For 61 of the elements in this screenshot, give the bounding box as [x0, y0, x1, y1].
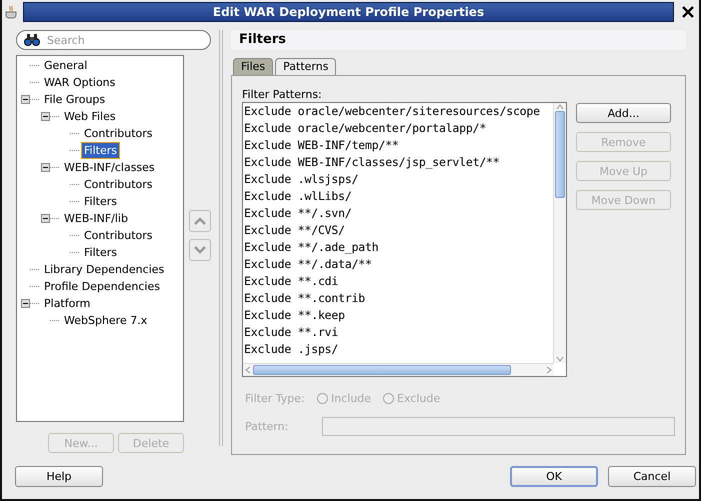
panel-title: Filters	[231, 30, 686, 50]
window-title: Edit WAR Deployment Profile Properties	[23, 2, 674, 22]
tab[interactable]: Patterns	[275, 58, 336, 75]
pattern-item[interactable]: Exclude **.rvi	[244, 324, 553, 341]
tab[interactable]: Files	[233, 58, 274, 75]
binoculars-icon	[24, 33, 40, 47]
tree-item[interactable]: WEB-INF/lib	[61, 210, 131, 227]
pattern-item[interactable]: Exclude **.contrib	[244, 290, 553, 307]
pattern-item[interactable]: Exclude **.cdi	[244, 273, 553, 290]
collapse-icon[interactable]	[41, 214, 50, 223]
tree-item[interactable]: WAR Options	[41, 74, 118, 91]
filter-patterns-label: Filter Patterns:	[242, 88, 323, 102]
tree-item[interactable]: WebSphere 7.x	[61, 312, 150, 329]
pattern-item[interactable]: Exclude WEB-INF/temp/**	[244, 137, 553, 154]
scroll-up-icon[interactable]	[555, 103, 565, 111]
tree-item[interactable]: Web Files	[61, 108, 119, 125]
tree-item[interactable]: WEB-INF/classes	[61, 159, 158, 176]
pattern-item[interactable]: Exclude **/.ade_path	[244, 239, 553, 256]
pattern-label: Pattern:	[245, 420, 290, 433]
pattern-item[interactable]: Exclude .wlsjsps/	[244, 171, 553, 188]
tree-item[interactable]: File Groups	[41, 91, 108, 108]
close-icon[interactable]	[681, 5, 695, 19]
pattern-item[interactable]: Exclude **.keep	[244, 307, 553, 324]
chevron-up-icon	[194, 217, 206, 225]
pattern-item[interactable]: Exclude .jsps/	[244, 341, 553, 358]
move-up-button[interactable]	[189, 210, 211, 232]
tree-item[interactable]: Profile Dependencies	[41, 278, 163, 295]
collapse-icon[interactable]	[21, 95, 30, 104]
collapse-icon[interactable]	[41, 163, 50, 172]
pattern-item[interactable]: Exclude oracle/webcenter/portalapp/*	[244, 120, 553, 137]
dialog-button[interactable]: Cancel	[608, 466, 696, 486]
pattern-list[interactable]	[242, 102, 567, 377]
scroll-left-icon[interactable]	[243, 365, 253, 375]
tree-item[interactable]: Platform	[41, 295, 94, 312]
pattern-item[interactable]: Exclude **/.svn/	[244, 205, 553, 222]
pattern-item[interactable]: Exclude WEB-INF/classes/jsp_servlet/**	[244, 154, 553, 171]
tree-item[interactable]: Library Dependencies	[41, 261, 168, 278]
tree-item[interactable]: Contributors	[81, 125, 156, 142]
pattern-item[interactable]: Exclude **/.data/**	[244, 256, 553, 273]
dialog-button[interactable]: OK	[510, 466, 598, 486]
scroll-right-icon[interactable]	[544, 365, 554, 375]
tree-item[interactable]: Filters	[81, 244, 120, 261]
pattern-item[interactable]: Exclude .wlLibs/	[244, 188, 553, 205]
vertical-scrollbar[interactable]	[553, 103, 566, 363]
collapse-icon[interactable]	[21, 299, 30, 308]
filter-type-label: Filter Type:	[245, 392, 306, 404]
tree-item[interactable]: Contributors	[81, 227, 156, 244]
pattern-item[interactable]: Exclude **/CVS/	[244, 222, 553, 239]
horizontal-scrollbar[interactable]	[243, 363, 554, 376]
move-down-button[interactable]	[189, 239, 211, 261]
scroll-down-icon[interactable]	[555, 355, 565, 363]
tree-item[interactable]: Filters	[81, 142, 120, 159]
pattern-button[interactable]: Add...	[576, 103, 671, 123]
pattern-item[interactable]: Exclude oracle/webcenter/siteresources/scope	[244, 103, 553, 120]
tree-item[interactable]: Contributors	[81, 176, 156, 193]
chevron-down-icon	[194, 246, 206, 254]
tree-item[interactable]: General	[41, 57, 90, 74]
search-field[interactable]: Search	[16, 30, 211, 50]
tree-item[interactable]: Filters	[81, 193, 120, 210]
dialog-button[interactable]: Help	[15, 466, 103, 486]
collapse-icon[interactable]	[41, 112, 50, 121]
